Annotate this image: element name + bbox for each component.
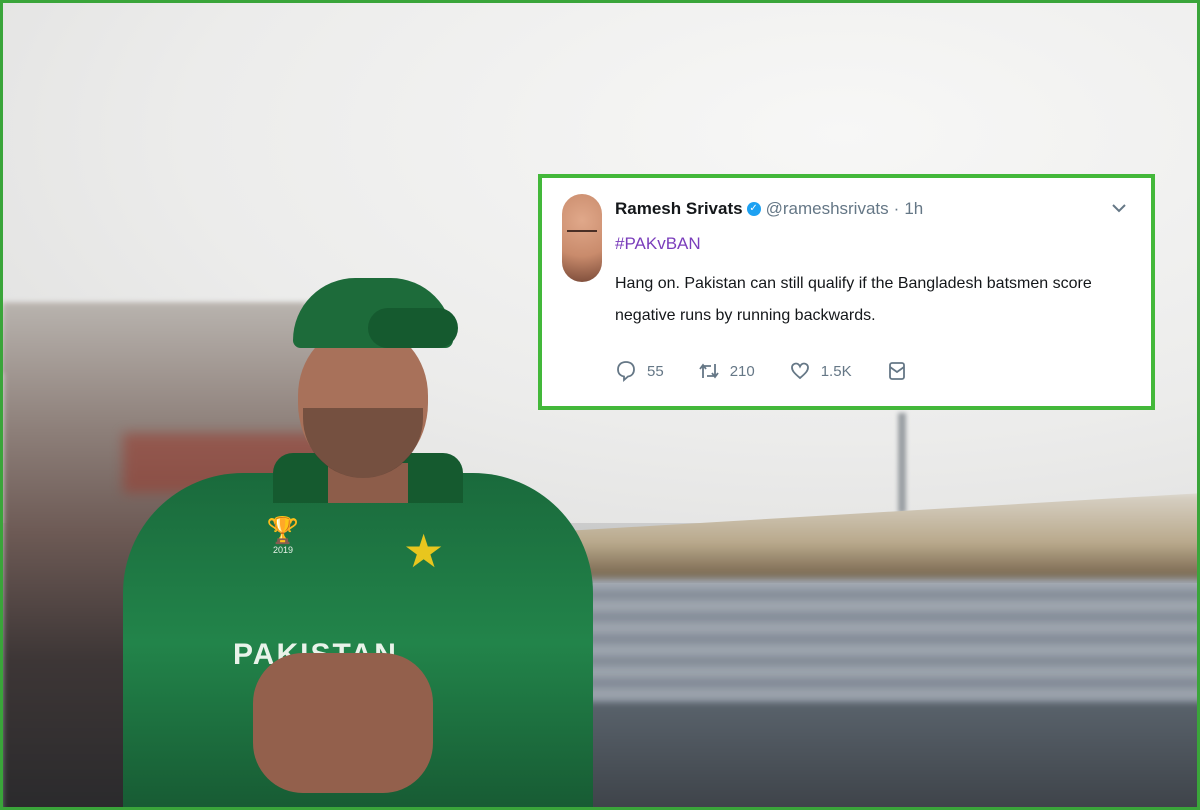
player-hands xyxy=(253,653,433,793)
cap-brim xyxy=(368,308,458,348)
mail-icon xyxy=(886,360,908,382)
tweet-actions: 55 210 1.5K xyxy=(615,360,952,382)
trophy-icon: 🏆 xyxy=(266,515,300,545)
reply-button[interactable]: 55 xyxy=(615,360,664,382)
star-icon: ★ xyxy=(403,525,445,577)
cricket-player: 🏆 2019 ★ PAKISTAN xyxy=(83,273,603,807)
comment-icon xyxy=(615,360,637,382)
author-name[interactable]: Ramesh Srivats xyxy=(615,199,743,219)
avatar-glasses xyxy=(567,230,597,238)
hashtag-link[interactable]: #PAKvBAN xyxy=(615,234,701,254)
chevron-down-icon[interactable] xyxy=(1109,198,1129,218)
retweet-button[interactable]: 210 xyxy=(698,360,755,382)
reply-count: 55 xyxy=(647,362,664,380)
like-button[interactable]: 1.5K xyxy=(789,360,852,382)
tweet-text: Hang on. Pakistan can still qualify if t… xyxy=(615,275,1092,324)
like-count: 1.5K xyxy=(820,362,852,380)
verified-badge-icon: ✓ xyxy=(746,202,761,216)
separator-dot: · xyxy=(893,199,900,218)
tweet-timestamp[interactable]: 1h xyxy=(904,199,923,219)
avatar[interactable] xyxy=(562,194,602,282)
direct-message-button[interactable] xyxy=(886,360,918,382)
floodlight-pole xyxy=(898,413,906,513)
retweet-icon xyxy=(698,360,720,382)
stadium-lower-tier xyxy=(523,703,1197,807)
author-handle[interactable]: @rameshsrivats xyxy=(766,199,889,219)
tweet-card: Ramesh Srivats ✓ @rameshsrivats · 1h #PA… xyxy=(538,174,1155,410)
retweet-count: 210 xyxy=(729,362,755,380)
world-cup-logo: 🏆 2019 xyxy=(253,515,313,575)
heart-icon xyxy=(789,360,811,382)
image-frame: 🏆 2019 ★ PAKISTAN Ramesh Srivats ✓ @rame… xyxy=(0,0,1200,810)
world-cup-year: 2019 xyxy=(272,545,294,555)
tweet-header: Ramesh Srivats ✓ @rameshsrivats · 1h xyxy=(615,195,923,223)
